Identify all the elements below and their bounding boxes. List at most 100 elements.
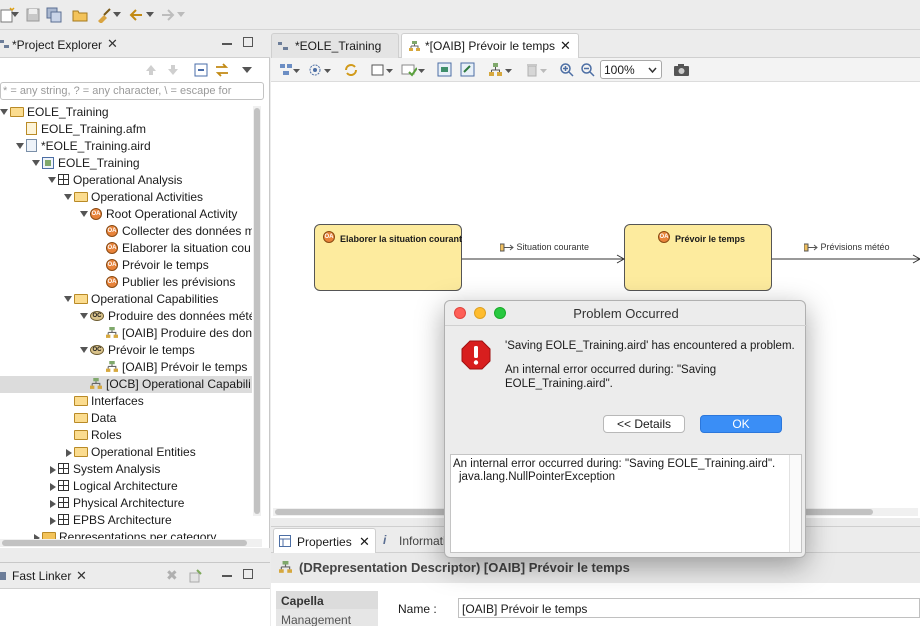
diagram-node-prevoir[interactable]: OA Prévoir le temps [624,224,772,291]
twisty-expanded-icon[interactable] [32,160,40,166]
tree-item[interactable]: Data [0,410,252,427]
layout-icon[interactable] [488,62,503,77]
layout-dropdown-icon[interactable] [505,68,512,74]
tab-oaib-prevoir[interactable]: *[OAIB] Prévoir le temps ✕ [401,33,579,58]
ok-button[interactable]: OK [700,415,782,433]
fast-linker-title[interactable]: Fast Linker [12,569,71,583]
tree-item[interactable]: OC Produire des données mété [0,308,252,325]
select-dropdown-icon[interactable] [324,68,331,74]
name-input[interactable]: [OAIB] Prévoir le temps [458,598,920,618]
arrange-all-icon[interactable] [279,63,293,77]
tree-item[interactable]: OA Elaborer la situation cou [0,240,252,257]
tree-item[interactable]: Roles [0,427,252,444]
tab-properties[interactable]: Properties ✕ [273,528,376,553]
collapse-all-icon[interactable] [194,63,208,77]
refresh-icon[interactable] [343,62,359,78]
maximize-icon[interactable] [243,569,253,579]
tree-item[interactable]: *EOLE_Training.aird [0,138,252,155]
category-capella[interactable]: Capella [276,591,378,609]
close-icon[interactable]: ✕ [560,34,571,58]
clear-icon[interactable]: ✖ [166,567,178,584]
back-dropdown-icon[interactable] [146,10,154,18]
tree-item[interactable]: EOLE_Training [0,104,252,121]
details-button[interactable]: << Details [603,415,685,433]
close-icon[interactable]: ✕ [107,36,118,52]
tree-hscroll-thumb[interactable] [2,540,247,546]
tree-item[interactable]: [OCB] Operational Capabili [0,376,252,393]
tree-item[interactable]: OA Collecter des données m [0,223,252,240]
zoom-out-icon[interactable] [580,62,596,78]
flow-situation-courante[interactable]: Situation courante [499,242,589,252]
pin-element-icon[interactable] [460,62,475,77]
select-all-icon[interactable] [307,62,323,78]
collapse-up-icon[interactable] [144,63,158,77]
flow-previsions-meteo[interactable]: Prévisions météo [803,242,890,252]
tree-item[interactable]: Logical Architecture [0,478,252,495]
layer-icon[interactable] [371,63,385,77]
tree-item[interactable]: Operational Capabilities [0,291,252,308]
category-management[interactable]: Management [281,613,351,626]
save-all-icon[interactable] [46,7,62,23]
camera-icon[interactable] [673,63,690,77]
filters-icon[interactable] [401,62,417,78]
tree-item[interactable]: System Analysis [0,461,252,478]
delete-icon[interactable] [525,62,539,78]
delete-dropdown-icon[interactable] [540,68,547,74]
tree-item[interactable]: Interfaces [0,393,252,410]
twisty-collapsed-icon[interactable] [50,500,56,508]
tree-horizontal-scrollbar[interactable] [0,539,262,547]
details-textarea[interactable]: An internal error occurred during: "Savi… [450,454,802,553]
maximize-icon[interactable] [243,37,253,47]
tree-vertical-scrollbar[interactable] [253,106,261,516]
twisty-collapsed-icon[interactable] [50,466,56,474]
twisty-expanded-icon[interactable] [16,143,24,149]
tree-item[interactable]: Operational Analysis [0,172,252,189]
forward-dropdown-icon[interactable] [177,10,185,18]
twisty-expanded-icon[interactable] [48,177,56,183]
fast-linker-options-icon[interactable] [189,569,203,583]
launch-dropdown-icon[interactable] [113,10,121,18]
arrange-dropdown-icon[interactable] [293,68,300,74]
minimize-icon[interactable] [222,43,232,45]
tree-item[interactable]: OA Publier les prévisions [0,274,252,291]
back-icon[interactable] [128,7,144,23]
project-explorer-title[interactable]: *Project Explorer [12,38,102,52]
expand-down-icon[interactable] [166,63,180,77]
layer-dropdown-icon[interactable] [386,68,393,74]
tree-item[interactable]: OC Prévoir le temps [0,342,252,359]
details-scrollbar[interactable] [789,455,801,552]
filters-dropdown-icon[interactable] [418,68,425,74]
diagram-node-elaborer[interactable]: OA Elaborer la situation courant [314,224,462,291]
twisty-expanded-icon[interactable] [0,109,8,115]
twisty-expanded-icon[interactable] [64,194,72,200]
tree-item[interactable]: EOLE_Training [0,155,252,172]
tree-item[interactable]: [OAIB] Prévoir le temps [0,359,252,376]
filter-input[interactable]: * = any string, ? = any character, \ = e… [0,82,264,100]
twisty-expanded-icon[interactable] [80,211,88,217]
tab-eole-training[interactable]: *EOLE_Training [271,33,399,58]
new-dropdown-icon[interactable] [11,10,19,18]
tree-scroll-thumb[interactable] [254,108,260,514]
link-with-editor-icon[interactable] [214,62,230,78]
launch-icon[interactable] [96,7,112,23]
twisty-expanded-icon[interactable] [80,347,88,353]
tree-item[interactable]: Operational Activities [0,189,252,206]
tree-item[interactable]: OA Prévoir le temps [0,257,252,274]
zoom-select[interactable]: 100% [600,60,662,79]
hide-element-icon[interactable] [437,62,452,77]
tree-item[interactable]: EOLE_Training.afm [0,121,252,138]
zoom-in-icon[interactable] [559,62,575,78]
close-icon[interactable]: ✕ [76,568,87,584]
open-folder-icon[interactable] [72,7,88,23]
twisty-collapsed-icon[interactable] [50,517,56,525]
view-menu-icon[interactable] [242,66,252,74]
twisty-collapsed-icon[interactable] [66,449,72,457]
twisty-collapsed-icon[interactable] [50,483,56,491]
close-icon[interactable]: ✕ [359,534,370,550]
forward-icon[interactable] [160,7,176,23]
tree-item[interactable]: EPBS Architecture [0,512,252,529]
tree-item[interactable]: [OAIB] Produire des don [0,325,252,342]
minimize-icon[interactable] [222,575,232,577]
tree-item[interactable]: Physical Architecture [0,495,252,512]
tree-item[interactable]: Operational Entities [0,444,252,461]
